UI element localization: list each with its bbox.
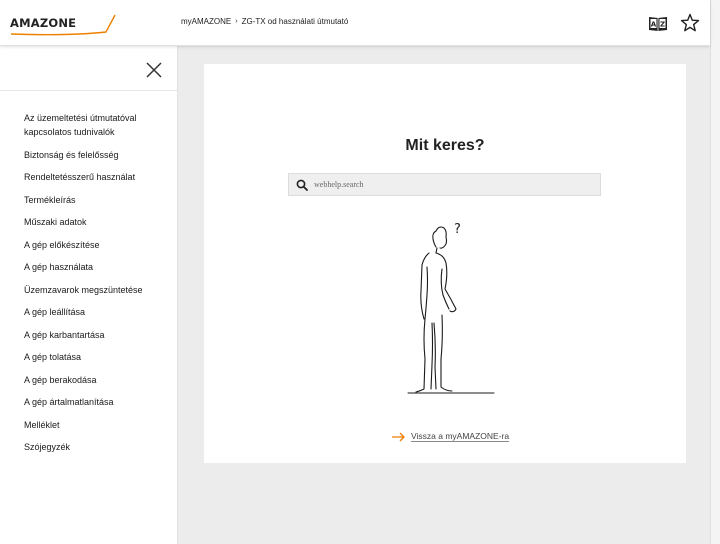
- sidebar-item-tudnivalok[interactable]: Az üzemeltetési útmutatóval kapcsolatos …: [24, 111, 174, 139]
- language-az-icon: A Z: [649, 17, 667, 31]
- breadcrumb-home-link[interactable]: myAMAZONE: [181, 17, 231, 26]
- close-icon: [146, 62, 162, 78]
- sidebar-divider: [0, 90, 178, 91]
- sidebar-item-termekleiras[interactable]: Termékleírás: [24, 193, 174, 207]
- sidebar-item-muszaki-adatok[interactable]: Műszaki adatok: [24, 215, 174, 229]
- breadcrumb: myAMAZONE › ZG-TX od használati útmutató: [181, 17, 348, 26]
- sidebar-item-elokeszites[interactable]: A gép előkészítése: [24, 238, 174, 252]
- thinking-person-illustration: ?: [407, 222, 495, 394]
- sidebar-item-artalmatlanitas[interactable]: A gép ártalmatlanítása: [24, 395, 174, 409]
- star-outline-icon: [680, 13, 700, 32]
- sidebar-item-tolatas[interactable]: A gép tolatása: [24, 350, 174, 364]
- logo-swoosh-icon: [10, 14, 116, 36]
- search-box[interactable]: [288, 173, 601, 196]
- amazone-logo[interactable]: AMAZONE: [10, 12, 118, 38]
- sidebar-item-karbantartas[interactable]: A gép karbantartása: [24, 328, 174, 342]
- page-title: Mit keres?: [405, 137, 485, 154]
- sidebar-item-rendeltetes[interactable]: Rendeltetésszerű használat: [24, 170, 174, 184]
- sidebar-item-hasznalat[interactable]: A gép használata: [24, 260, 174, 274]
- favorite-button[interactable]: [680, 13, 700, 33]
- illustration-question-mark: ?: [454, 222, 461, 237]
- search-icon: [296, 179, 308, 191]
- toc-nav: Az üzemeltetési útmutatóval kapcsolatos …: [24, 111, 174, 454]
- sidebar: Az üzemeltetési útmutatóval kapcsolatos …: [0, 46, 178, 544]
- top-bar: AMAZONE myAMAZONE › ZG-TX od használati …: [0, 0, 710, 46]
- sidebar-item-biztonsag[interactable]: Biztonság és felelősség: [24, 148, 174, 162]
- search-input[interactable]: [314, 176, 594, 193]
- page-scrollbar[interactable]: [710, 0, 720, 544]
- sidebar-item-melleklet[interactable]: Melléklet: [24, 418, 174, 432]
- back-to-myamazone-link[interactable]: Vissza a myAMAZONE-ra: [392, 431, 510, 442]
- close-sidebar-button[interactable]: [145, 61, 163, 79]
- search-card: Mit keres? ? Vissza a myAMAZONE-ra: [204, 64, 686, 463]
- sidebar-item-leallitas[interactable]: A gép leállítása: [24, 305, 174, 319]
- arrow-right-icon: [392, 432, 405, 441]
- back-link-label: Vissza a myAMAZONE-ra: [411, 431, 510, 442]
- svg-text:Z: Z: [660, 21, 665, 29]
- sidebar-item-uzemzavarok[interactable]: Üzemzavarok megszüntetése: [24, 283, 174, 297]
- sidebar-item-berakodas[interactable]: A gép berakodása: [24, 373, 174, 387]
- sidebar-item-szojegyzek[interactable]: Szójegyzék: [24, 440, 174, 454]
- chevron-right-icon: ›: [235, 18, 238, 25]
- svg-text:A: A: [651, 21, 657, 29]
- language-button[interactable]: A Z: [648, 14, 668, 32]
- breadcrumb-current: ZG-TX od használati útmutató: [241, 17, 349, 26]
